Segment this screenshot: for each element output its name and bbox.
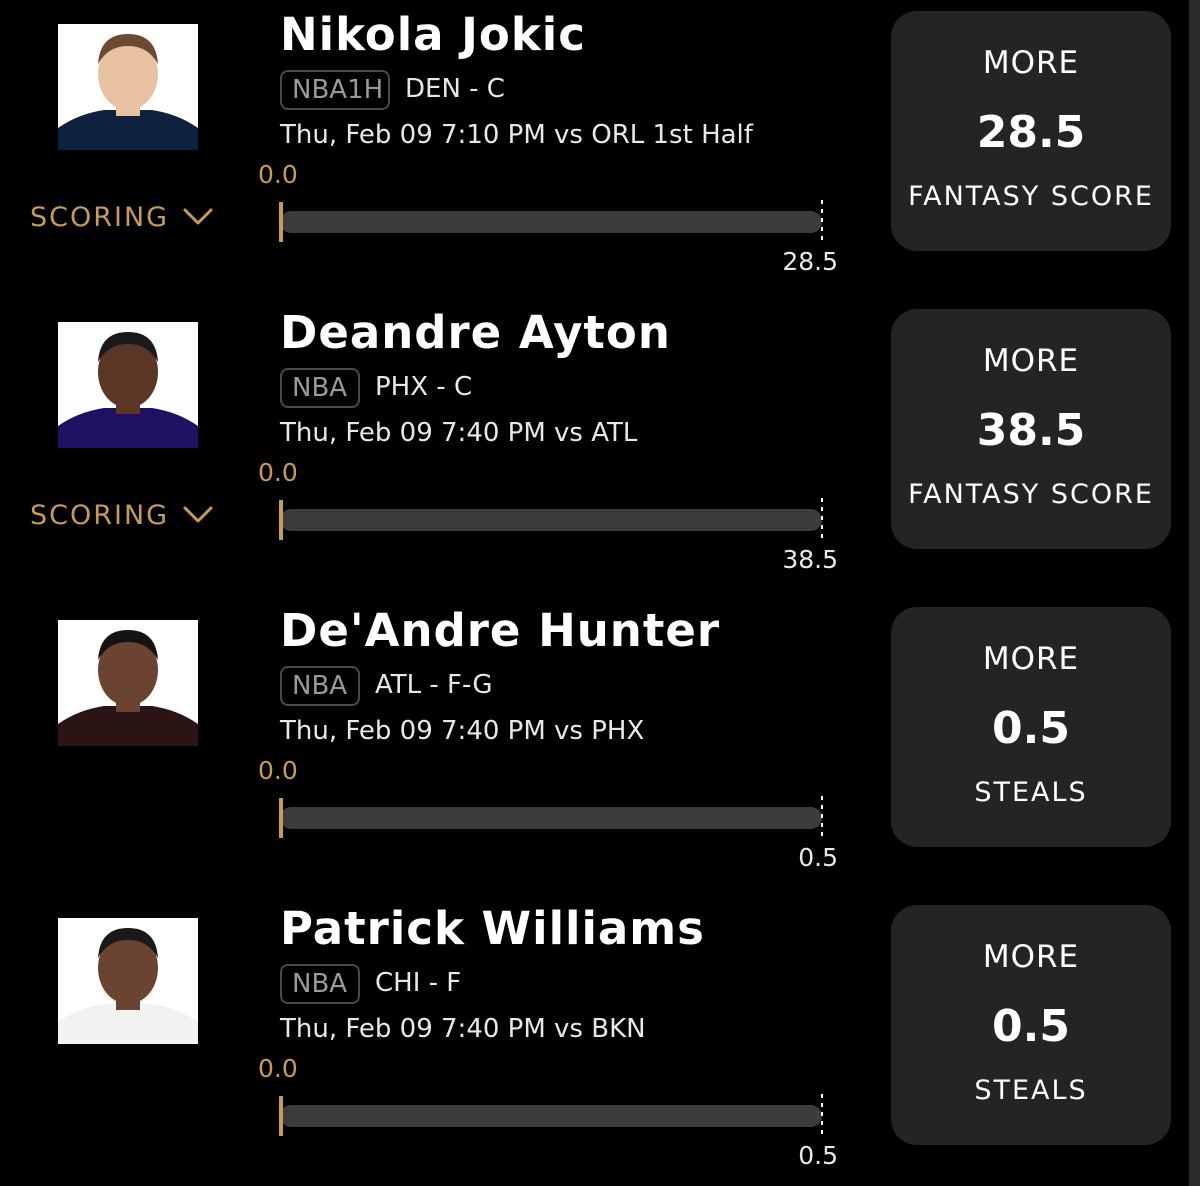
line-marker bbox=[821, 1094, 823, 1138]
player-headshot bbox=[58, 322, 198, 448]
progress-current-marker bbox=[279, 500, 283, 540]
line-value-label: 38.5 bbox=[782, 545, 838, 574]
player-headshot bbox=[58, 24, 198, 150]
projection-row: SCORING Deandre Ayton NBA PHX - C Thu, F… bbox=[0, 298, 1200, 596]
game-time: Thu, Feb 09 7:40 PM vs BKN bbox=[280, 1014, 646, 1044]
progress-current-marker bbox=[279, 1096, 283, 1136]
pick-stat-type: FANTASY SCORE bbox=[908, 181, 1154, 212]
league-badge: NBA bbox=[280, 368, 360, 408]
pick-direction: MORE bbox=[982, 45, 1080, 81]
team-position: ATL - F-G bbox=[375, 670, 493, 700]
projection-row: De'Andre Hunter NBA ATL - F-G Thu, Feb 0… bbox=[0, 596, 1200, 894]
projection-row: SCORING Nikola Jokic NBA1H DEN - C Thu, … bbox=[0, 0, 1200, 298]
league-badge: NBA bbox=[280, 964, 360, 1004]
player-name[interactable]: Nikola Jokic bbox=[280, 8, 586, 61]
player-headshot bbox=[58, 918, 198, 1044]
line-value-label: 0.5 bbox=[798, 1141, 838, 1170]
pick-direction: MORE bbox=[982, 939, 1080, 975]
player-name[interactable]: Deandre Ayton bbox=[280, 306, 671, 359]
scoring-label: SCORING bbox=[30, 201, 170, 233]
line-value-label: 0.5 bbox=[798, 843, 838, 872]
progress-start-label: 0.0 bbox=[258, 1054, 298, 1083]
pick-direction: MORE bbox=[982, 343, 1080, 379]
league-badge: NBA1H bbox=[280, 70, 390, 110]
game-time: Thu, Feb 09 7:40 PM vs PHX bbox=[280, 716, 645, 746]
pick-line-value: 28.5 bbox=[976, 107, 1086, 158]
progress-start-label: 0.0 bbox=[258, 756, 298, 785]
line-marker bbox=[821, 200, 823, 244]
progress-bar bbox=[280, 807, 822, 829]
game-time: Thu, Feb 09 7:40 PM vs ATL bbox=[280, 418, 638, 448]
pick-stat-type: STEALS bbox=[974, 1075, 1088, 1106]
pick-line-value: 0.5 bbox=[992, 703, 1070, 754]
pick-card[interactable]: MORE 0.5 STEALS bbox=[891, 905, 1171, 1145]
team-position: CHI - F bbox=[375, 968, 462, 998]
projection-row: Patrick Williams NBA CHI - F Thu, Feb 09… bbox=[0, 894, 1200, 1186]
progress-bar bbox=[280, 1105, 822, 1127]
pick-stat-type: STEALS bbox=[974, 777, 1088, 808]
pick-line-value: 0.5 bbox=[992, 1001, 1070, 1052]
scoring-toggle[interactable]: SCORING bbox=[30, 201, 213, 233]
pick-card[interactable]: MORE 38.5 FANTASY SCORE bbox=[891, 309, 1171, 549]
pick-card[interactable]: MORE 28.5 FANTASY SCORE bbox=[891, 11, 1171, 251]
player-headshot bbox=[58, 620, 198, 746]
line-marker bbox=[821, 498, 823, 542]
progress-start-label: 0.0 bbox=[258, 160, 298, 189]
scoring-toggle[interactable]: SCORING bbox=[30, 499, 213, 531]
chevron-down-icon bbox=[183, 208, 213, 225]
team-position: DEN - C bbox=[405, 74, 505, 104]
scoring-label: SCORING bbox=[30, 499, 170, 531]
progress-bar bbox=[280, 211, 822, 233]
game-time: Thu, Feb 09 7:10 PM vs ORL 1st Half bbox=[280, 120, 753, 150]
pick-line-value: 38.5 bbox=[976, 405, 1086, 456]
team-position: PHX - C bbox=[375, 372, 473, 402]
league-badge: NBA bbox=[280, 666, 360, 706]
player-name[interactable]: De'Andre Hunter bbox=[280, 604, 720, 657]
pick-stat-type: FANTASY SCORE bbox=[908, 479, 1154, 510]
player-name[interactable]: Patrick Williams bbox=[280, 902, 705, 955]
chevron-down-icon bbox=[183, 506, 213, 523]
progress-current-marker bbox=[279, 798, 283, 838]
progress-start-label: 0.0 bbox=[258, 458, 298, 487]
pick-card[interactable]: MORE 0.5 STEALS bbox=[891, 607, 1171, 847]
line-marker bbox=[821, 796, 823, 840]
scrollbar[interactable] bbox=[1189, 0, 1200, 1186]
pick-direction: MORE bbox=[982, 641, 1080, 677]
progress-bar bbox=[280, 509, 822, 531]
line-value-label: 28.5 bbox=[782, 247, 838, 276]
progress-current-marker bbox=[279, 202, 283, 242]
